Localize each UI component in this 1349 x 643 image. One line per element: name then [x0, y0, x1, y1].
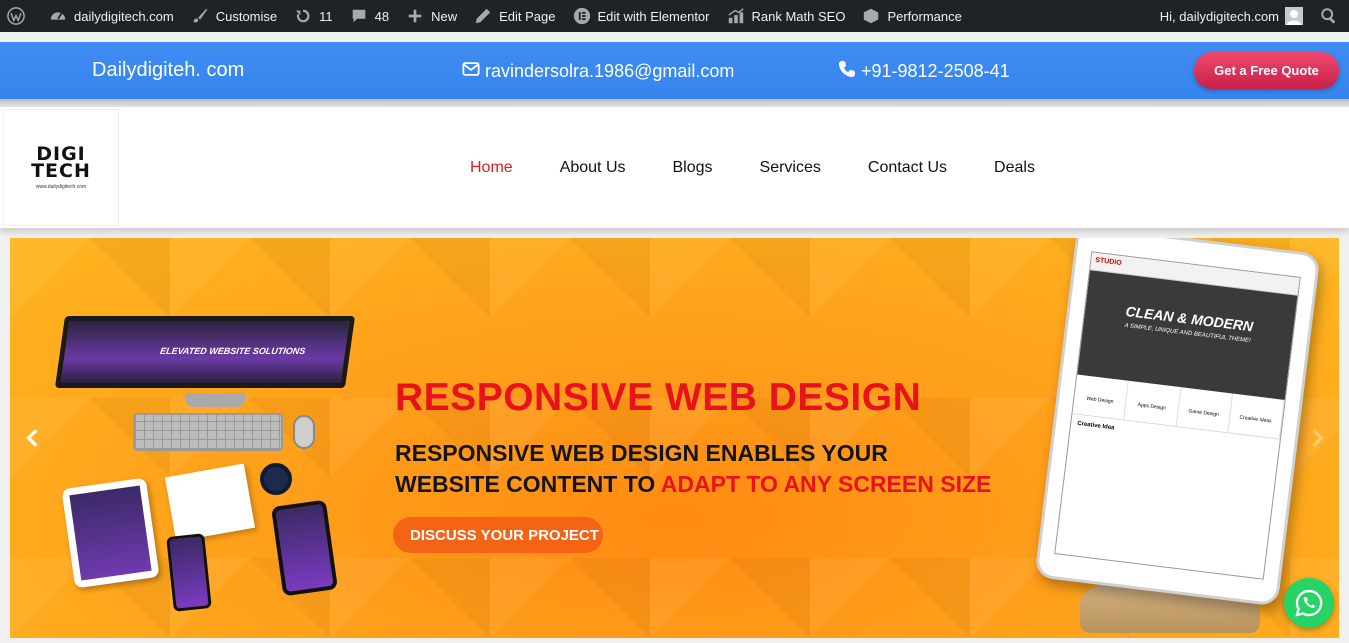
my-account-link[interactable]: Hi, dailydigitech.com	[1152, 0, 1311, 32]
hero-sub-line-2b: ADAPT TO ANY SCREEN SIZE	[660, 471, 992, 497]
plus-icon	[405, 6, 425, 26]
chevron-right-icon	[1312, 429, 1324, 447]
site-header: DIGI TECH www.dailydigitech.com Home Abo…	[0, 107, 1349, 228]
mouse-image	[293, 415, 315, 449]
admin-search-button[interactable]	[1311, 0, 1349, 32]
monitor-text: ELEVATED WEBSITE SOLUTIONS	[159, 346, 307, 356]
wordpress-logo-button[interactable]	[0, 0, 40, 32]
envelope-icon	[462, 60, 485, 83]
nav-blogs[interactable]: Blogs	[673, 159, 713, 177]
rank-math-label: Rank Math SEO	[751, 8, 846, 24]
rank-math-icon	[726, 6, 746, 26]
phone-contact[interactable]: +91-9812-2508-41	[838, 60, 1010, 83]
email-contact[interactable]: ravindersolra.1986@gmail.com	[462, 60, 734, 83]
updates-count: 11	[319, 8, 333, 24]
chevron-left-icon	[26, 429, 38, 447]
site-logo[interactable]: DIGI TECH www.dailydigitech.com	[3, 109, 119, 226]
edit-page-label: Edit Page	[499, 8, 556, 24]
search-icon	[1319, 6, 1339, 26]
contact-top-bar: Dailydigiteh. com ravindersolra.1986@gma…	[0, 42, 1349, 99]
phone-icon	[838, 60, 861, 83]
nav-contact-us[interactable]: Contact Us	[868, 159, 947, 177]
site-brand-text: Dailydigiteh. com	[92, 59, 245, 81]
edit-page-link[interactable]: Edit Page	[465, 0, 563, 32]
new-label: New	[431, 8, 458, 24]
pencil-icon	[473, 6, 493, 26]
notebook-image	[164, 463, 256, 542]
nav-deals[interactable]: Deals	[994, 159, 1035, 177]
slider-next-arrow[interactable]	[1302, 423, 1332, 453]
elementor-link[interactable]: Edit with Elementor	[564, 0, 718, 32]
keyboard-image	[133, 413, 283, 451]
logo-line-2: TECH	[31, 159, 91, 182]
rank-math-link[interactable]: Rank Math SEO	[718, 0, 854, 32]
performance-label: Performance	[887, 8, 962, 24]
avatar	[1285, 7, 1303, 25]
brush-icon	[190, 6, 210, 26]
tablet-icon-label: Creative Ideas	[1228, 393, 1285, 439]
hero-headline: RESPONSIVE WEB DESIGN	[395, 376, 922, 419]
slider-prev-arrow[interactable]	[18, 423, 48, 453]
hero-sub-line-2: WEBSITE CONTENT TO ADAPT TO ANY SCREEN S…	[395, 469, 991, 500]
updates-link[interactable]: 11	[285, 0, 341, 32]
wordpress-icon	[6, 6, 26, 26]
monitor-stand-image	[185, 393, 245, 407]
comments-count: 48	[374, 8, 390, 24]
small-tablet-image	[61, 477, 160, 589]
performance-link[interactable]: Performance	[853, 0, 969, 32]
nav-about-us[interactable]: About Us	[560, 159, 626, 177]
comment-icon	[349, 6, 369, 26]
elementor-icon	[572, 6, 592, 26]
whatsapp-icon	[1295, 589, 1323, 617]
greeting-label: Hi, dailydigitech.com	[1159, 8, 1279, 24]
comments-link[interactable]: 48	[341, 0, 397, 32]
customise-label: Customise	[215, 8, 278, 24]
tablet-icon-label: Game Design	[1176, 387, 1233, 433]
site-name-label: dailydigitech.com	[74, 8, 174, 24]
tablet-mockup-image: STUDIO CLEAN & MODERN A SIMPLE, UNIQUE A…	[1034, 238, 1321, 607]
hero-slider: ELEVATED WEBSITE SOLUTIONS RESPONSIVE WE…	[10, 238, 1339, 638]
monitor-mockup-image: ELEVATED WEBSITE SOLUTIONS	[54, 316, 356, 388]
hero-subheadline: RESPONSIVE WEB DESIGN ENABLES YOUR WEBSI…	[395, 438, 991, 500]
nav-home[interactable]: Home	[470, 159, 513, 177]
customise-link[interactable]: Customise	[182, 0, 285, 32]
phone-text: +91-9812-2508-41	[861, 61, 1010, 81]
top-bar-shadow	[0, 99, 1349, 107]
whatsapp-chat-button[interactable]	[1284, 578, 1334, 628]
email-text: ravindersolra.1986@gmail.com	[485, 61, 735, 81]
coffee-cup-image	[260, 463, 292, 495]
new-content-link[interactable]: New	[397, 0, 465, 32]
wp-admin-bar: dailydigitech.com Customise 11 48 New Ed…	[0, 0, 1349, 32]
hero-sub-line-2a: WEBSITE CONTENT TO	[395, 471, 661, 497]
nav-services[interactable]: Services	[760, 159, 821, 177]
discuss-project-button[interactable]: DISCUSS YOUR PROJECT	[393, 517, 603, 553]
phone-mockup-large-image	[271, 499, 338, 597]
hero-sub-line-1: RESPONSIVE WEB DESIGN ENABLES YOUR	[395, 440, 888, 466]
tablet-icon-label: Web Design	[1072, 374, 1130, 420]
tablet-icon-label: Apps Design	[1124, 380, 1181, 426]
performance-icon	[861, 6, 881, 26]
get-free-quote-button[interactable]: Get a Free Quote	[1194, 52, 1339, 89]
elementor-label: Edit with Elementor	[597, 8, 710, 24]
phone-mockup-image	[166, 533, 212, 612]
site-name-link[interactable]: dailydigitech.com	[40, 0, 182, 32]
logo-url-text: www.dailydigitech.com	[35, 183, 87, 190]
main-navigation: Home About Us Blogs Services Contact Us …	[470, 159, 1035, 177]
update-icon	[293, 6, 313, 26]
dashboard-icon	[48, 6, 68, 26]
